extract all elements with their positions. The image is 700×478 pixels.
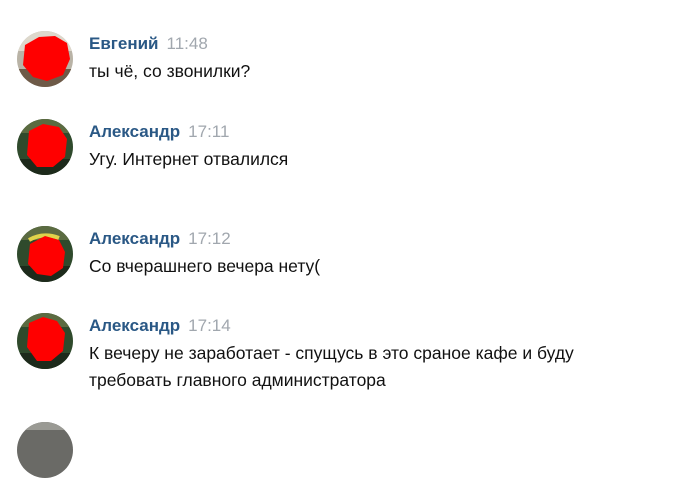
author-name[interactable]: Александр xyxy=(89,229,180,248)
message-meta: Александр 17:11 xyxy=(89,122,229,143)
message-history: Евгений 11:48 ты чё, со звонилки? Алексан… xyxy=(0,0,700,478)
user-avatar-icon[interactable] xyxy=(17,422,73,478)
message-line: Со вчерашнего вечера нету( xyxy=(89,256,321,276)
message-line: требовать главного администратора xyxy=(89,370,386,390)
author-name[interactable]: Александр xyxy=(89,316,180,335)
message-time: 17:11 xyxy=(188,122,230,141)
message-time: 17:14 xyxy=(188,316,231,335)
author-name[interactable]: Александр xyxy=(89,122,180,141)
message-time: 17:12 xyxy=(188,229,231,248)
message-meta: Евгений 11:48 xyxy=(89,34,208,55)
user-avatar-icon[interactable] xyxy=(17,313,73,369)
message-line: К вечеру не заработает - спущусь в это с… xyxy=(89,343,574,363)
message-text: Со вчерашнего вечера нету( xyxy=(89,253,689,280)
message-line: Угу. Интернет отвалился xyxy=(89,149,289,169)
author-name[interactable]: Евгений xyxy=(89,34,159,53)
user-avatar-icon[interactable] xyxy=(17,226,73,282)
message-text: К вечеру не заработает - спущусь в это с… xyxy=(89,340,689,394)
user-avatar-icon[interactable] xyxy=(17,119,73,175)
user-avatar-icon[interactable] xyxy=(17,31,73,87)
message-line: ты чё, со звонилки? xyxy=(89,61,251,81)
message-meta: Александр 17:12 xyxy=(89,229,231,250)
message-text: ты чё, со звонилки? xyxy=(89,58,689,85)
message-text: Угу. Интернет отвалился xyxy=(89,146,689,173)
message-time: 11:48 xyxy=(166,34,208,53)
message-meta: Александр 17:14 xyxy=(89,316,231,337)
